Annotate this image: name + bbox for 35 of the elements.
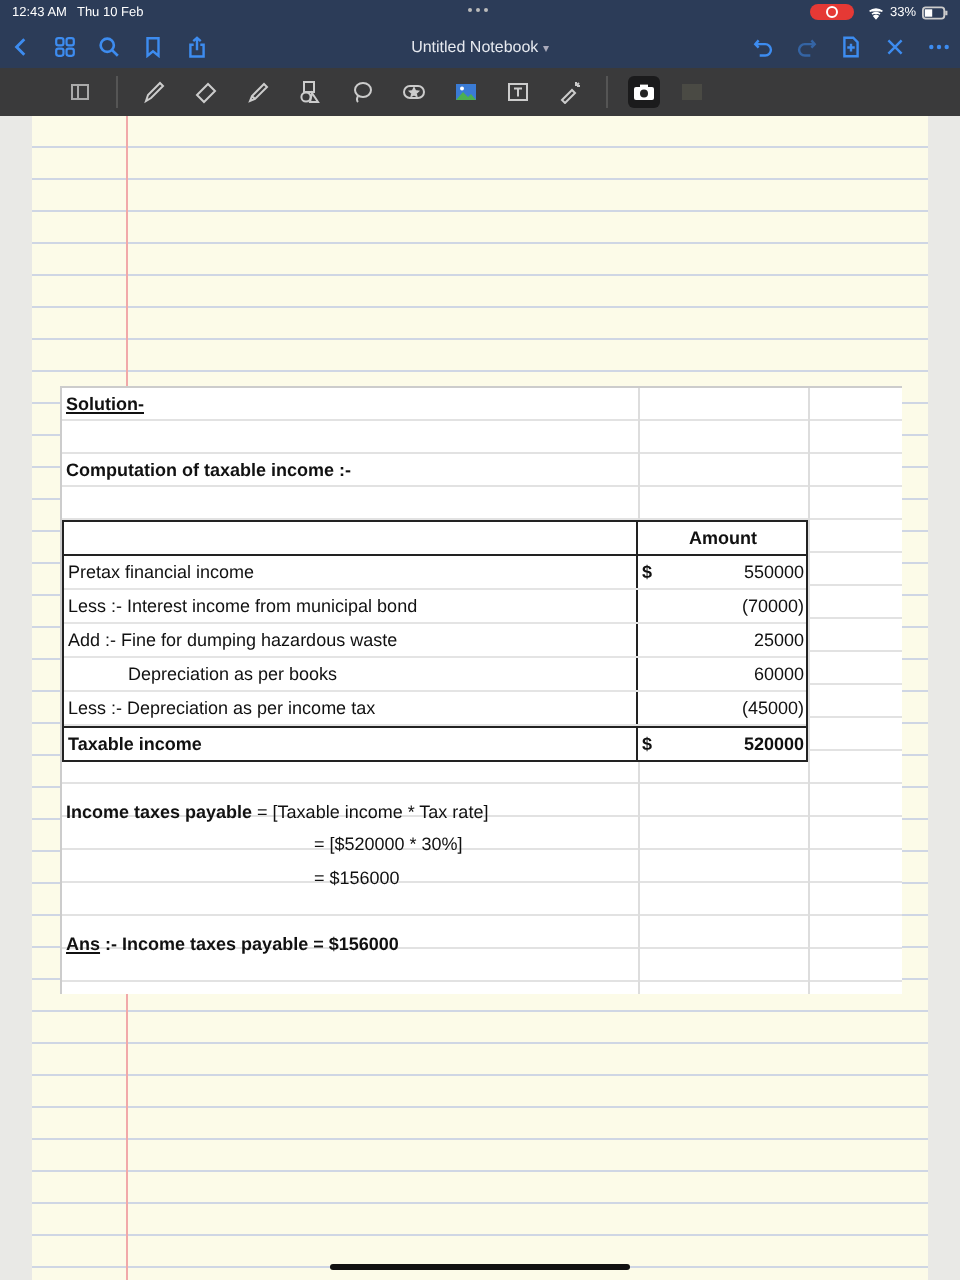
camera-tool-icon[interactable] — [628, 76, 660, 108]
column-header: Amount — [636, 522, 806, 554]
amount-value: 550000 — [743, 562, 804, 582]
row-label: Add :- Fine for dumping hazardous waste — [66, 630, 400, 650]
add-page-icon[interactable] — [839, 35, 862, 57]
amount-value: (45000) — [741, 698, 804, 718]
calculation-line: = $156000 — [312, 867, 400, 888]
shapes-tool-icon[interactable] — [294, 76, 326, 108]
undo-icon[interactable] — [751, 35, 774, 57]
amount-value: (70000) — [741, 596, 804, 616]
calculation-line: Income taxes payable = [Taxable income * Tax rate] — [66, 801, 489, 822]
row-label: Less :- Interest income from municipal bond — [66, 596, 420, 616]
battery-icon — [922, 5, 948, 19]
row-label: Taxable income — [66, 734, 204, 754]
grid-icon[interactable] — [54, 35, 76, 57]
currency-sign: $ — [642, 734, 653, 754]
share-icon[interactable] — [186, 35, 208, 57]
search-icon[interactable] — [98, 35, 120, 57]
solution-heading: Solution- — [66, 394, 144, 415]
answer-text: :- Income taxes payable = $156000 — [105, 933, 399, 954]
amount-value: 60000 — [753, 664, 804, 684]
answer-label: Ans — [66, 933, 101, 954]
close-icon[interactable] — [883, 35, 906, 57]
section-heading: Computation of taxable income :- — [66, 460, 352, 481]
row-label: Depreciation as per books — [126, 664, 340, 684]
currency-sign: $ — [642, 562, 653, 582]
bookmark-icon[interactable] — [142, 35, 164, 57]
pen-tool-icon[interactable] — [138, 76, 170, 108]
wifi-icon — [867, 5, 884, 19]
amount-value: 520000 — [743, 734, 804, 754]
row-label: Pretax financial income — [66, 562, 257, 582]
recording-indicator[interactable] — [809, 4, 854, 20]
row-label: Less :- Depreciation as per income tax — [66, 698, 378, 718]
amount-value: 25000 — [753, 630, 804, 650]
calculation-line: = [$520000 * 30%] — [312, 834, 463, 855]
